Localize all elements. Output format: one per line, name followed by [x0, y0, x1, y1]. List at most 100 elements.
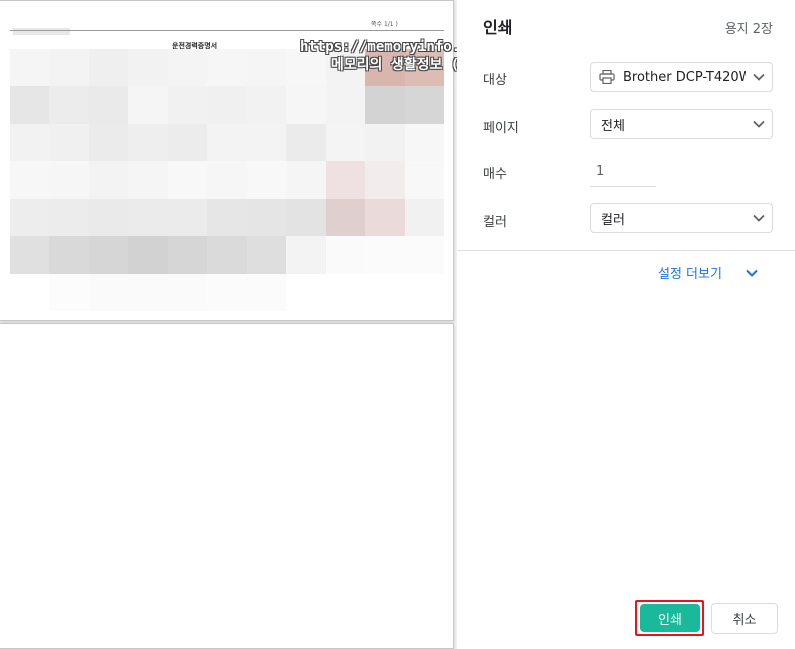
destination-value: Brother DCP-T420W [623, 69, 746, 85]
mosaic-cell [10, 161, 50, 199]
mosaic-cell [167, 49, 208, 87]
mosaic-cell [404, 161, 444, 199]
mosaic-cell [88, 273, 129, 311]
mosaic-cell [49, 49, 89, 87]
copies-label: 매수 [483, 167, 507, 182]
preview-page-2 [0, 323, 454, 649]
mosaic-cell [325, 123, 366, 162]
mosaic-cell [207, 86, 247, 124]
mosaic-cell [88, 123, 129, 162]
mosaic-cell [10, 49, 50, 87]
mosaic-cell [246, 198, 287, 237]
pages-select[interactable]: 전체 [590, 109, 773, 139]
more-settings-label: 설정 더보기 [658, 267, 722, 282]
mosaic-cell [286, 86, 326, 124]
mosaic-cell [246, 123, 287, 162]
sheet-count: 용지 2장 [724, 22, 773, 37]
mosaic-cell [88, 49, 129, 87]
mosaic-cell [49, 198, 89, 237]
mosaic-cell [10, 123, 50, 162]
mosaic-cell [10, 273, 50, 311]
mosaic-cell [167, 161, 208, 199]
mosaic-cell [286, 123, 326, 162]
mosaic-cell [286, 161, 326, 199]
mosaic-cell [167, 123, 208, 162]
mosaic-cell [207, 273, 247, 311]
mosaic-cell [404, 236, 444, 274]
mosaic-cell [365, 161, 405, 199]
mosaic-cell [325, 273, 366, 311]
mosaic-cell [246, 86, 287, 124]
mosaic-cell [404, 123, 444, 162]
mosaic-cell [246, 161, 287, 199]
print-settings-panel: 인쇄 용지 2장 대상 Brother DCP-T420W 페이지 전체 매수 … [457, 0, 795, 649]
mosaic-cell [246, 236, 287, 274]
destination-select[interactable]: Brother DCP-T420W [590, 62, 773, 92]
document-pixelated-content [10, 49, 444, 311]
print-preview-area: 쪽수 1/1 ) 운전경력증명서 [0, 0, 457, 649]
mosaic-cell [246, 49, 287, 87]
mosaic-cell [365, 198, 405, 237]
mosaic-cell [286, 198, 326, 237]
color-value: 컬러 [601, 212, 625, 228]
color-label: 컬러 [483, 215, 507, 230]
mosaic-cell [167, 273, 208, 311]
mosaic-cell [207, 49, 247, 87]
mosaic-cell [88, 161, 129, 199]
mosaic-cell [128, 49, 168, 87]
mosaic-cell [325, 236, 366, 274]
document-top-rule [10, 30, 444, 31]
mosaic-cell [365, 236, 405, 274]
document-page-number: 쪽수 1/1 ) [371, 21, 398, 28]
mosaic-cell [128, 86, 168, 124]
more-settings-toggle[interactable]: 설정 더보기 [658, 263, 758, 282]
mosaic-cell [49, 123, 89, 162]
mosaic-cell [10, 236, 50, 274]
mosaic-cell [88, 198, 129, 237]
mosaic-cell [246, 273, 287, 311]
cancel-button[interactable]: 취소 [711, 603, 778, 634]
mosaic-cell [207, 198, 247, 237]
panel-title: 인쇄 [483, 18, 513, 37]
print-button[interactable]: 인쇄 [640, 604, 700, 632]
mosaic-cell [128, 273, 168, 311]
mosaic-cell [167, 236, 208, 274]
mosaic-cell [49, 161, 89, 199]
mosaic-cell [167, 198, 208, 237]
color-select[interactable]: 컬러 [590, 203, 773, 233]
pages-label: 페이지 [483, 121, 519, 136]
chevron-down-icon [746, 269, 758, 277]
chevron-down-icon [746, 120, 772, 128]
section-divider [457, 250, 795, 251]
mosaic-cell [207, 123, 247, 162]
mosaic-cell [404, 273, 444, 311]
pages-value: 전체 [601, 118, 625, 134]
mosaic-cell [88, 86, 129, 124]
mosaic-cell [128, 123, 168, 162]
mosaic-cell [365, 273, 405, 311]
mosaic-cell [10, 198, 50, 237]
mosaic-cell [128, 198, 168, 237]
destination-label: 대상 [483, 73, 507, 88]
mosaic-cell [286, 273, 326, 311]
mosaic-cell [88, 236, 129, 274]
mosaic-cell [365, 86, 405, 124]
chevron-down-icon [746, 73, 772, 81]
mosaic-cell [128, 161, 168, 199]
mosaic-cell [207, 161, 247, 199]
copies-input[interactable]: 1 [590, 156, 656, 187]
printer-icon [599, 70, 615, 84]
chevron-down-icon [746, 214, 772, 222]
mosaic-cell [286, 236, 326, 274]
mosaic-cell [49, 273, 89, 311]
mosaic-cell [325, 161, 366, 199]
mosaic-cell [325, 86, 366, 124]
mosaic-cell [49, 236, 89, 274]
mosaic-cell [207, 236, 247, 274]
mosaic-cell [10, 86, 50, 124]
mosaic-cell [325, 198, 366, 237]
mosaic-cell [365, 123, 405, 162]
mosaic-cell [167, 86, 208, 124]
mosaic-cell [404, 86, 444, 124]
mosaic-cell [128, 236, 168, 274]
